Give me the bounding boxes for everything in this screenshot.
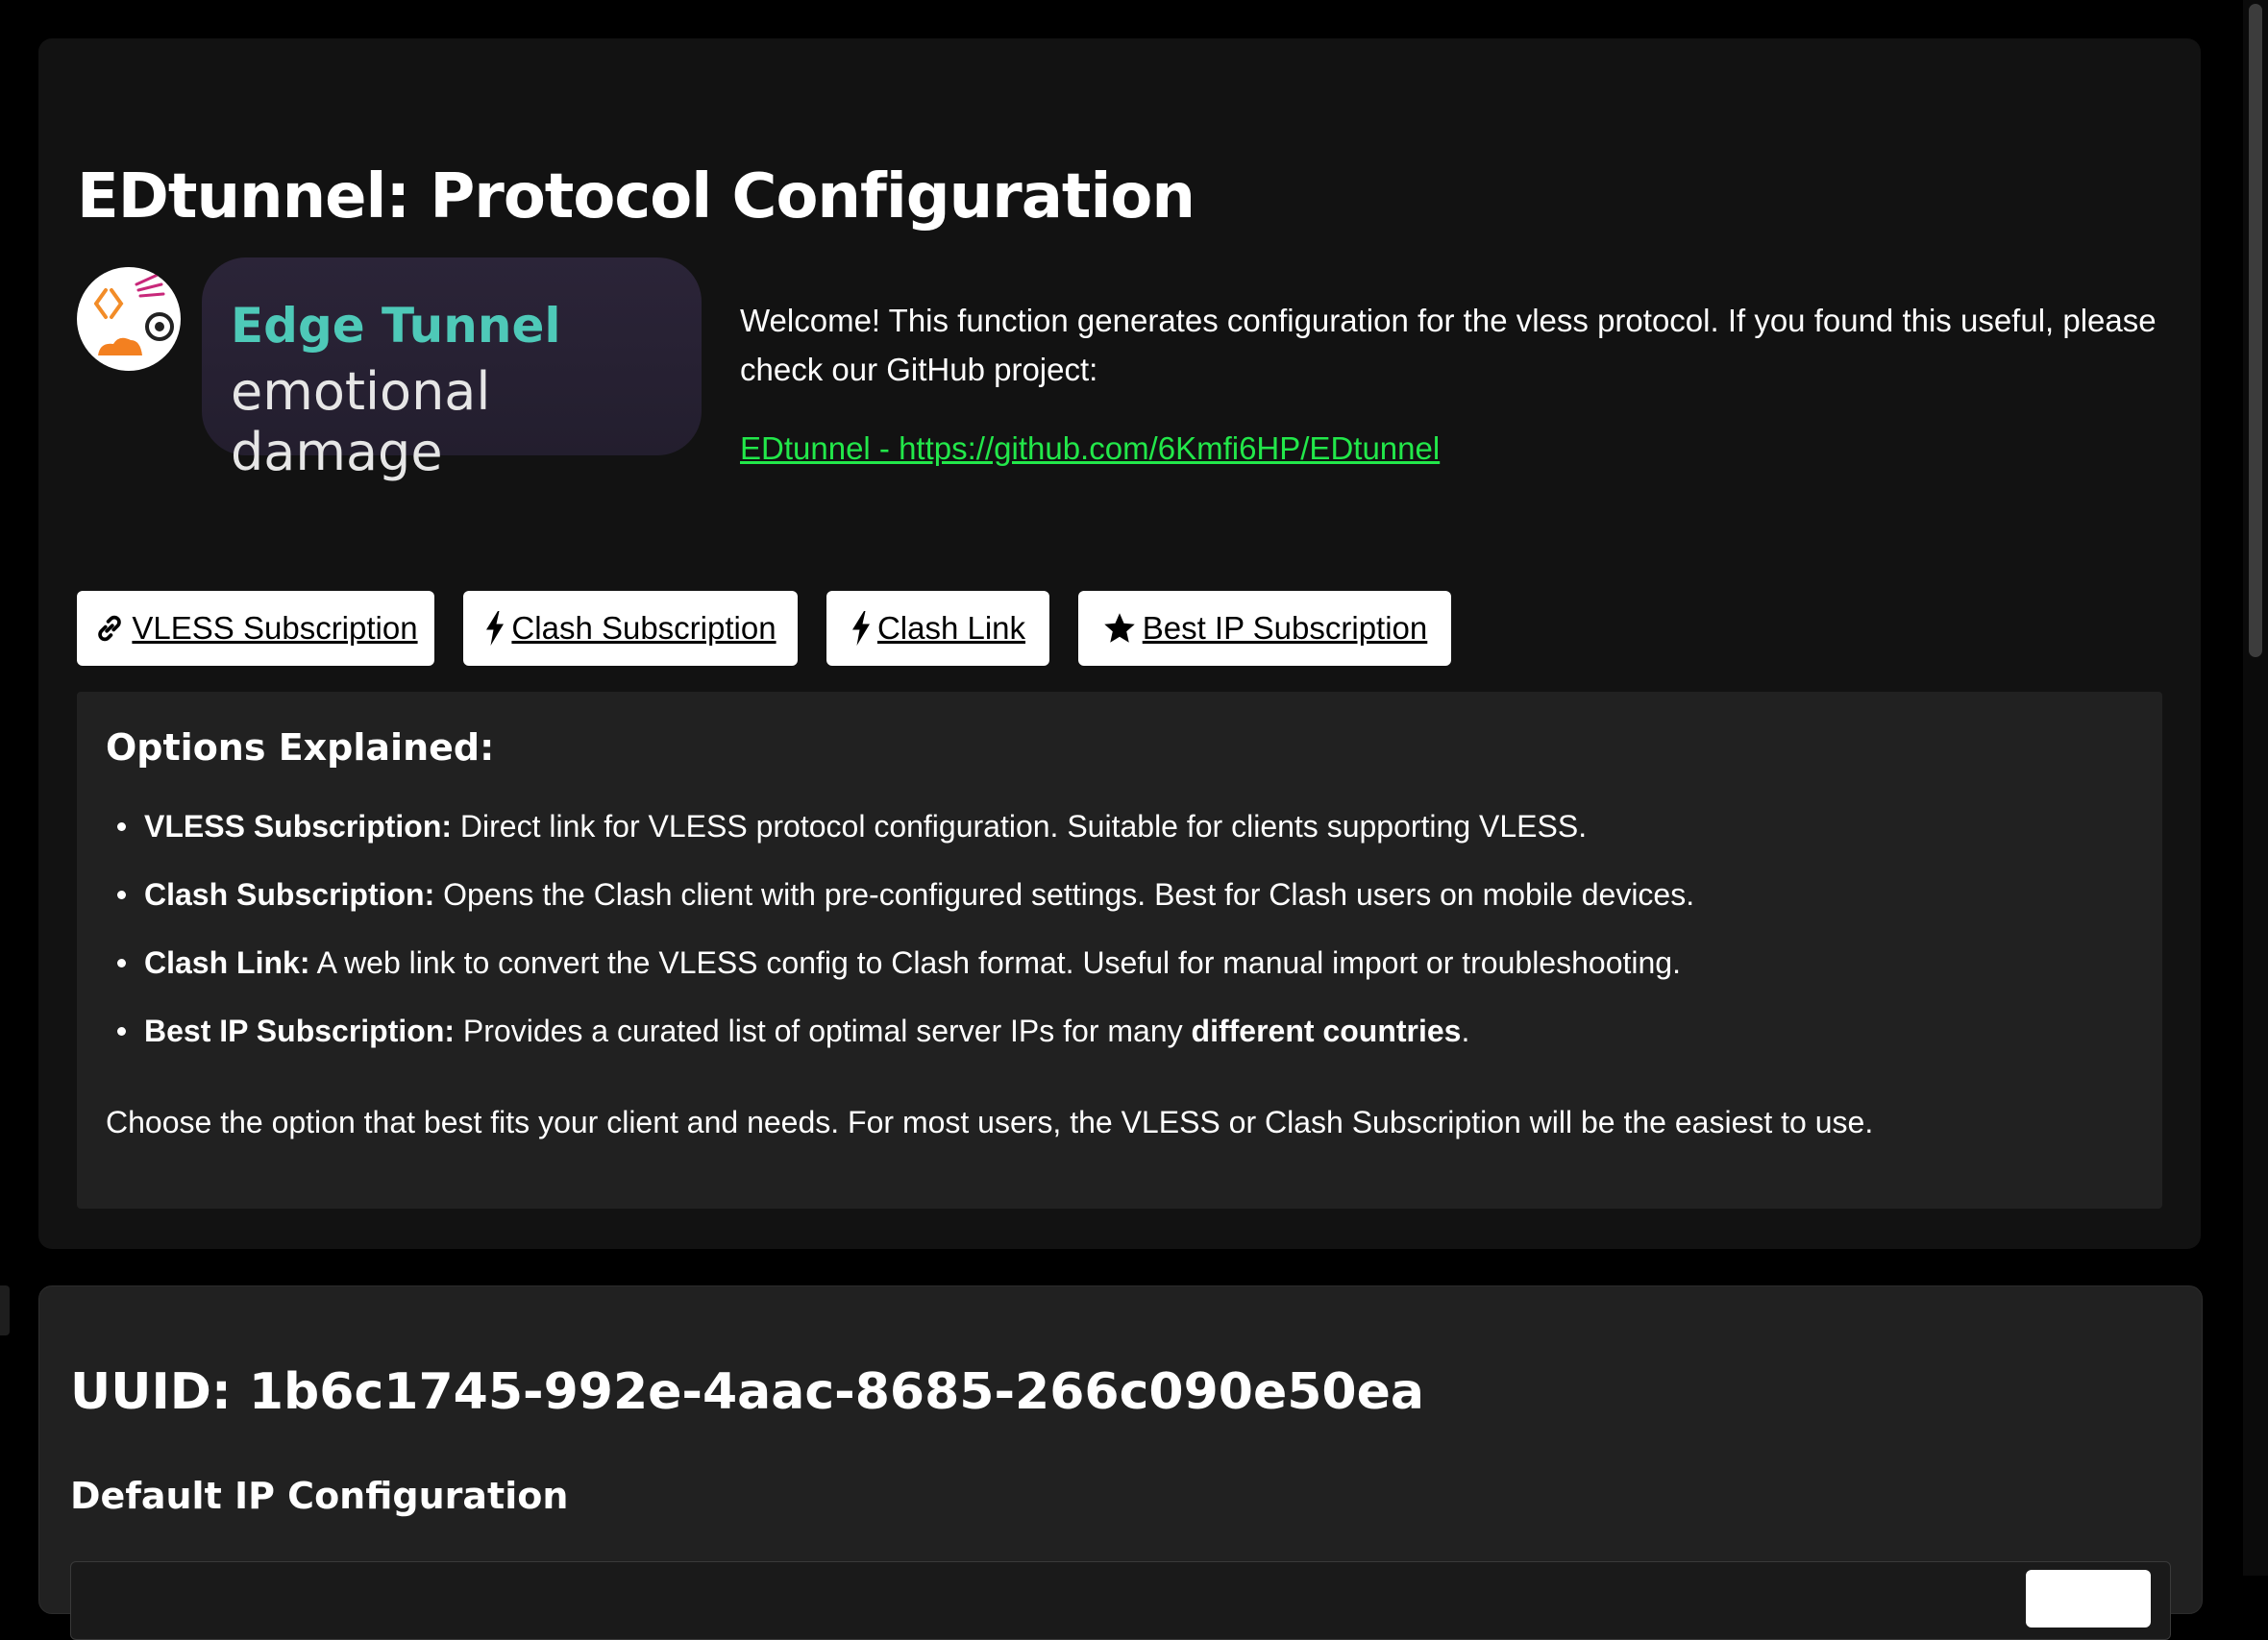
star-icon [1103,613,1135,643]
list-item: Best IP Subscription: Provides a curated… [106,1012,2143,1080]
page-title: EDtunnel: Protocol Configuration [77,161,1196,233]
link-icon [98,615,122,642]
side-tab [0,1285,10,1335]
default-ip-title: Default IP Configuration [70,1475,569,1517]
clash-link-label: Clash Link [876,610,1026,646]
option-tail: . [1461,1014,1470,1048]
scrollbar-thumb[interactable] [2249,4,2262,657]
cloudflare-logo-icon [77,267,181,371]
option-term: Clash Link: [144,945,310,980]
options-list: VLESS Subscription: Direct link for VLES… [106,807,2143,1080]
main-card: EDtunnel: Protocol Configuration Edge Tu… [38,38,2201,1249]
option-desc: Provides a curated list of optimal serve… [455,1014,1192,1048]
config-card: UUID: 1b6c1745-992e-4aac-8685-266c090e50… [38,1285,2203,1640]
option-term: Clash Subscription: [144,877,435,912]
vless-subscription-label: VLESS Subscription [132,610,418,646]
options-panel: Options Explained: VLESS Subscription: D… [77,692,2162,1209]
option-desc: Opens the Clash client with pre-configur… [434,877,1695,912]
clash-subscription-button[interactable]: Clash Subscription [463,591,798,666]
bolt-icon [851,611,870,646]
logo-tagline: emotional damage [231,361,491,482]
option-emphasis: different countries [1191,1014,1462,1048]
scrollbar[interactable] [2243,0,2268,1576]
option-desc: A web link to convert the VLESS config t… [309,945,1681,980]
options-title: Options Explained: [106,726,495,769]
copy-button[interactable] [2026,1570,2151,1628]
edge-tunnel-logo: Edge Tunnel emotional damage [202,257,702,482]
github-link[interactable]: EDtunnel - https://github.com/6Kmfi6HP/E… [740,430,1440,467]
config-code-box [70,1561,2171,1640]
uuid-title: UUID: 1b6c1745-992e-4aac-8685-266c090e50… [70,1363,1424,1421]
best-ip-subscription-label: Best IP Subscription [1142,610,1428,646]
clash-link-button[interactable]: Clash Link [826,591,1049,666]
options-summary: Choose the option that best fits your cl… [106,1105,1874,1139]
best-ip-subscription-button[interactable]: Best IP Subscription [1078,591,1451,666]
option-term: VLESS Subscription: [144,809,453,844]
list-item: Clash Link: A web link to convert the VL… [106,943,2143,1012]
clash-subscription-label: Clash Subscription [511,610,777,646]
logo-brand: Edge Tunnel [231,298,561,354]
option-desc: Direct link for VLESS protocol configura… [452,809,1588,844]
intro-text: Welcome! This function generates configu… [740,303,2157,387]
list-item: Clash Subscription: Opens the Clash clie… [106,875,2143,943]
option-term: Best IP Subscription: [144,1014,456,1048]
vless-subscription-button[interactable]: VLESS Subscription [77,591,434,666]
bolt-icon [486,611,505,646]
list-item: VLESS Subscription: Direct link for VLES… [106,807,2143,875]
